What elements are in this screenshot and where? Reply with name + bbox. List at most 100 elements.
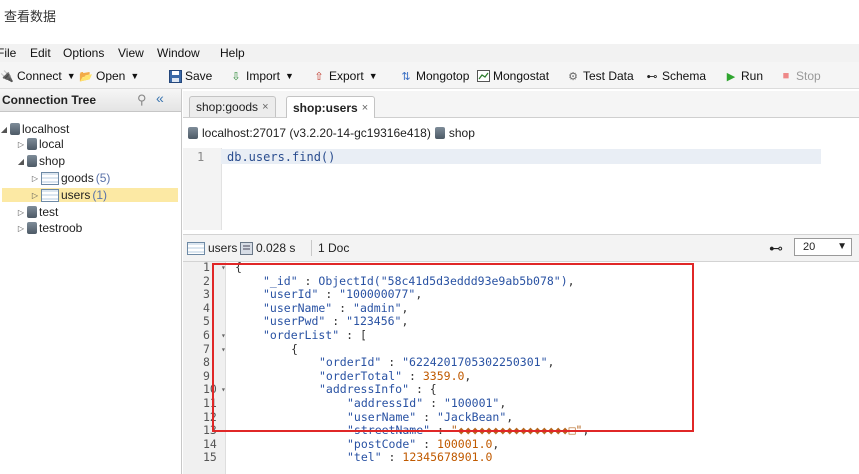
query-code[interactable]: db.users.find() xyxy=(227,150,335,164)
menu-options[interactable]: Options xyxy=(63,46,104,60)
result-line: 13 "streetName" : "◆◆◆◆◆◆◆◆◆◆◆◆◆◆◆◆□", xyxy=(183,424,859,437)
result-token: "100001" xyxy=(443,396,500,410)
result-line: 8 "orderId" : "6224201705302250301", xyxy=(183,356,859,369)
tree-node-testroob[interactable]: ▷ testroob xyxy=(17,221,82,235)
result-token: : xyxy=(381,450,403,465)
triangle-right-icon[interactable]: ▷ xyxy=(17,224,25,233)
result-token: ObjectId("58c41d5d3eddd93e9ab5b078") xyxy=(318,273,568,288)
fold-toggle-icon[interactable]: ▾ xyxy=(221,329,226,342)
result-line-text: "userPwd" : "123456", xyxy=(263,315,408,328)
floppy-icon xyxy=(168,69,182,83)
collection-icon xyxy=(41,171,59,185)
tree-node-local[interactable]: ▷ local xyxy=(17,137,64,151)
schema-button[interactable]: ⊷ Schema xyxy=(645,68,707,84)
result-line: 6 ▾ "orderList" : [ xyxy=(183,329,859,342)
line-number: 2 xyxy=(203,273,210,288)
result-token: "123456" xyxy=(346,314,402,329)
menu-file[interactable]: File xyxy=(0,46,16,60)
line-number: 1 xyxy=(203,262,210,274)
test-data-button[interactable]: ⚙ Test Data xyxy=(566,68,634,84)
tree-node-localhost[interactable]: ◢ localhost xyxy=(0,122,69,136)
stop-button[interactable]: ■ Stop xyxy=(779,68,821,84)
tree-node-shop[interactable]: ◢ shop xyxy=(17,154,65,168)
run-button[interactable]: ▶ Run xyxy=(724,68,763,84)
gears-icon: ⚙ xyxy=(568,70,578,83)
line-number: 12 xyxy=(203,409,217,424)
line-number: 10 xyxy=(203,382,217,397)
result-token: , xyxy=(401,314,409,329)
result-token: , xyxy=(492,436,500,451)
result-token: : xyxy=(381,355,403,370)
triangle-right-icon[interactable]: ▷ xyxy=(31,174,39,183)
export-button[interactable]: ⇧ Export ▼ xyxy=(312,68,378,84)
tab-shop-users[interactable]: shop:users × xyxy=(286,96,376,118)
result-line-text: "streetName" : "◆◆◆◆◆◆◆◆◆◆◆◆◆◆◆◆□", xyxy=(347,424,589,437)
triangle-right-icon[interactable]: ▷ xyxy=(17,208,25,217)
result-token: "postCode" xyxy=(347,436,417,451)
close-icon[interactable]: × xyxy=(262,101,268,113)
result-line-text: "userName" : "admin", xyxy=(263,300,409,315)
result-line-text: "addressId" : "100001", xyxy=(347,397,506,410)
line-number: 7 xyxy=(203,341,210,356)
fold-toggle-icon[interactable]: ▾ xyxy=(221,343,226,356)
result-token: "addressInfo" xyxy=(319,382,410,397)
stop-icon: ■ xyxy=(782,70,790,82)
triangle-down-icon[interactable]: ◢ xyxy=(0,125,8,134)
close-icon[interactable]: × xyxy=(362,102,368,114)
chevron-down-icon: ▼ xyxy=(368,71,378,81)
triangle-right-icon[interactable]: ▷ xyxy=(17,140,25,149)
collapse-panel-icon[interactable]: « xyxy=(156,90,164,106)
chart-icon xyxy=(476,69,490,83)
result-token: "orderTotal" xyxy=(319,368,403,383)
result-line: 4 "userName" : "admin", xyxy=(183,300,859,315)
mongostat-button[interactable]: Mongostat xyxy=(476,68,549,84)
result-token: "orderId" xyxy=(319,355,382,370)
open-button[interactable]: 📂 Open ▼ xyxy=(79,68,139,84)
result-token: , xyxy=(547,355,555,370)
collection-icon xyxy=(41,188,59,202)
query-editor[interactable]: 1 db.users.find() xyxy=(183,148,859,230)
result-line-text: "tel" : 12345678901.0 xyxy=(347,451,492,464)
line-number: 5 xyxy=(203,314,210,329)
save-button[interactable]: Save xyxy=(168,68,212,84)
tree-node-users[interactable]: ▷ users (1) xyxy=(2,188,178,202)
breadcrumb-server: localhost:27017 (v3.2.20-14-gc19316e418) xyxy=(202,126,431,140)
result-token: { xyxy=(291,341,298,356)
fold-toggle-icon[interactable]: ▾ xyxy=(221,383,226,396)
menu-window[interactable]: Window xyxy=(157,46,200,60)
menu-help[interactable]: Help xyxy=(220,46,245,60)
fold-toggle-icon[interactable]: ▾ xyxy=(221,262,226,274)
result-token: "tel" xyxy=(347,450,382,465)
triangle-right-icon[interactable]: ▷ xyxy=(31,191,39,200)
page-size-select[interactable]: 20 ▼ xyxy=(794,238,852,256)
result-token: "6224201705302250301" xyxy=(402,355,548,370)
import-button[interactable]: ⇩ Import ▼ xyxy=(229,68,294,84)
result-line: 14 "postCode" : 100001.0, xyxy=(183,436,859,451)
folder-icon: 📂 xyxy=(79,70,93,83)
result-token: , xyxy=(401,300,409,315)
result-token: { xyxy=(235,262,242,274)
schema-icon[interactable]: ⊷ xyxy=(769,240,783,257)
result-token: "addressId" xyxy=(347,396,424,410)
connection-tree-panel: Connection Tree ⚲ « ◢ localhost ▷ local … xyxy=(0,89,182,474)
triangle-down-icon[interactable]: ◢ xyxy=(17,157,25,166)
result-token: "_id" xyxy=(263,273,298,288)
connect-button[interactable]: 🔌 Connect ▼ xyxy=(0,68,75,84)
database-icon xyxy=(27,138,37,150)
line-number: 13 xyxy=(203,423,217,438)
result-collection: users xyxy=(187,241,237,255)
mongotop-button[interactable]: ⇅ Mongotop xyxy=(399,68,469,84)
search-icon[interactable]: ⚲ xyxy=(137,92,147,108)
tab-shop-goods[interactable]: shop:goods × xyxy=(189,96,276,117)
server-icon xyxy=(188,127,198,139)
result-token: : xyxy=(402,368,423,383)
export-icon: ⇧ xyxy=(314,70,324,83)
chevron-down-icon: ▼ xyxy=(837,241,847,252)
result-token: : xyxy=(423,396,444,410)
tree-node-test[interactable]: ▷ test xyxy=(17,205,58,219)
result-time: 0.028 s xyxy=(239,241,295,255)
line-number: 11 xyxy=(203,396,217,410)
tree-node-goods[interactable]: ▷ goods (5) xyxy=(31,171,110,185)
menu-edit[interactable]: Edit xyxy=(30,46,51,60)
menu-view[interactable]: View xyxy=(118,46,144,60)
